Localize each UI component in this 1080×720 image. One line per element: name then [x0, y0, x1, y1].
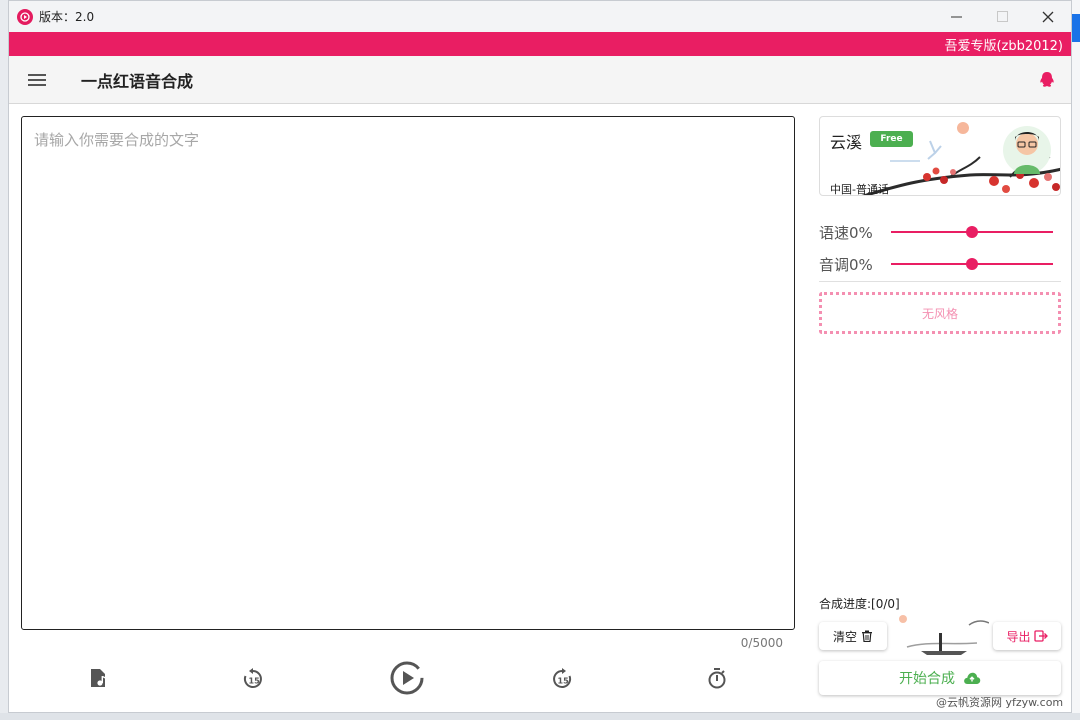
voice-card[interactable]: 云溪 Free 中国-普通话	[819, 116, 1061, 196]
menu-button[interactable]	[9, 56, 65, 104]
export-label: 导出	[1006, 629, 1031, 644]
start-label: 开始合成	[899, 671, 955, 687]
svg-text:15: 15	[558, 677, 570, 686]
rate-slider-thumb[interactable]	[966, 226, 978, 238]
close-button[interactable]	[1025, 1, 1071, 32]
play-button[interactable]	[389, 656, 425, 700]
music-file-icon	[91, 669, 106, 687]
clear-label: 清空	[832, 629, 857, 644]
text-input[interactable]	[21, 116, 795, 630]
qq-icon	[1040, 72, 1054, 87]
window-title: 版本：2.0	[39, 10, 95, 24]
taskbar-edge	[0, 713, 1080, 720]
voice-region: 中国-普通话	[830, 183, 889, 196]
divider	[819, 281, 1061, 282]
char-counter: 0/5000	[740, 636, 783, 650]
app-title: 一点红语音合成	[81, 71, 194, 91]
pitch-slider-thumb[interactable]	[966, 258, 978, 270]
free-badge: Free	[870, 131, 913, 147]
music-file-button[interactable]	[87, 656, 111, 700]
export-icon	[1033, 630, 1048, 642]
maximize-button[interactable]	[979, 1, 1025, 32]
play-icon	[390, 661, 424, 695]
minimize-button[interactable]	[933, 1, 979, 32]
export-button[interactable]: 导出	[993, 622, 1061, 650]
trash-icon	[862, 630, 872, 642]
watermark: @云帆资源网 yfzyw.com	[936, 696, 1064, 709]
rewind-15-icon: 15	[243, 668, 262, 688]
style-label: 无风格	[921, 306, 958, 321]
landscape-decoration	[899, 615, 989, 655]
rate-slider[interactable]	[891, 226, 1053, 238]
forward-15-icon: 15	[553, 668, 572, 688]
rate-slider-row: 语速0%	[819, 221, 1061, 243]
license-banner: 吾爱专版(zbb2012)	[9, 32, 1071, 56]
rate-label: 语速0%	[819, 223, 873, 242]
banner-text: 吾爱专版(zbb2012)	[944, 38, 1063, 54]
style-selector[interactable]: 无风格	[819, 292, 1061, 334]
title-bar[interactable]: 版本：2.0	[9, 1, 1071, 32]
app-bar: 一点红语音合成	[9, 56, 1071, 104]
start-synthesis-button[interactable]: 开始合成	[819, 661, 1061, 695]
progress-label: 合成进度:[0/0]	[819, 597, 900, 611]
qq-button[interactable]	[1035, 68, 1059, 92]
forward-15-button[interactable]: 15	[549, 656, 575, 700]
hamburger-icon	[28, 73, 46, 86]
app-logo-icon	[17, 8, 33, 25]
app-window: 版本：2.0 吾爱专版(zbb2012) 一点红语音合成 请输入你需要合成的文字…	[8, 0, 1072, 713]
svg-text:15: 15	[249, 677, 261, 686]
voice-name: 云溪	[830, 133, 863, 152]
pitch-slider[interactable]	[891, 258, 1053, 270]
clear-button[interactable]: 清空	[819, 622, 887, 650]
rewind-15-button[interactable]: 15	[240, 656, 266, 700]
pitch-slider-row: 音调0%	[819, 253, 1061, 275]
cloud-upload-icon	[964, 672, 981, 684]
timer-button[interactable]	[705, 656, 729, 700]
background-window-accent	[1072, 14, 1080, 42]
window-controls	[933, 1, 1071, 32]
background-window-edge	[1072, 0, 1080, 713]
pitch-label: 音调0%	[819, 255, 873, 274]
timer-icon	[708, 668, 726, 689]
